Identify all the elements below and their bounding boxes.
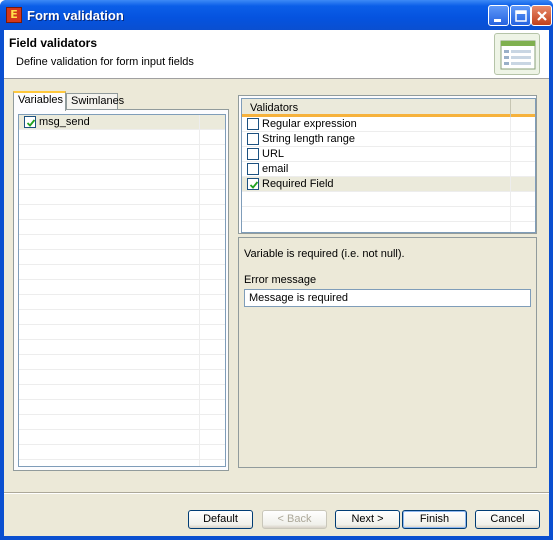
close-button[interactable] <box>531 5 552 26</box>
table-row <box>19 160 225 175</box>
validator-checkbox[interactable] <box>247 118 259 130</box>
table-row <box>19 220 225 235</box>
back-button[interactable]: < Back <box>262 510 327 529</box>
table-row <box>19 415 225 430</box>
table-row[interactable]: msg_send <box>19 115 225 130</box>
table-row <box>19 280 225 295</box>
validator-description: Variable is required (i.e. not null). <box>244 248 405 260</box>
validator-checkbox[interactable] <box>247 148 259 160</box>
dialog-window: E Form validation Field validators Defin… <box>0 0 553 540</box>
validator-row-url[interactable]: URL <box>242 147 535 162</box>
next-button[interactable]: Next > <box>335 510 400 529</box>
column-divider <box>510 117 511 232</box>
table-row <box>242 207 535 222</box>
validator-checkbox[interactable] <box>247 178 259 190</box>
validator-row-regex[interactable]: Regular expression <box>242 117 535 132</box>
tab-variables[interactable]: Variables <box>13 91 66 111</box>
table-row <box>19 340 225 355</box>
dialog-client-area: Field validators Define validation for f… <box>4 30 549 536</box>
title-bar[interactable]: E Form validation <box>0 0 553 30</box>
validator-detail-panel: Variable is required (i.e. not null). Er… <box>238 237 537 468</box>
validators-column-header[interactable]: Validators <box>242 99 535 117</box>
validator-label: URL <box>262 148 285 160</box>
wizard-header: Field validators Define validation for f… <box>4 30 549 79</box>
variables-panel: msg_send <box>13 109 229 471</box>
validator-label: Required Field <box>262 178 334 190</box>
validator-row-email[interactable]: email <box>242 162 535 177</box>
minimize-icon <box>494 19 501 22</box>
maximize-icon <box>515 10 527 22</box>
window-title: Form validation <box>27 8 124 23</box>
validator-row-length[interactable]: String length range <box>242 132 535 147</box>
table-row <box>19 145 225 160</box>
validator-label: String length range <box>262 133 355 145</box>
column-divider <box>510 99 511 117</box>
variable-name: msg_send <box>39 116 90 128</box>
table-row <box>19 295 225 310</box>
validators-header-label: Validators <box>250 102 299 114</box>
table-row <box>19 310 225 325</box>
checkmark-icon <box>249 181 259 189</box>
table-row <box>19 190 225 205</box>
variables-table[interactable]: msg_send <box>18 114 226 467</box>
cancel-button[interactable]: Cancel <box>475 510 540 529</box>
app-logo-icon: E <box>6 7 22 23</box>
minimize-button[interactable] <box>488 5 509 26</box>
table-row <box>19 430 225 445</box>
table-row <box>19 265 225 280</box>
table-row <box>19 355 225 370</box>
error-message-label: Error message <box>244 274 317 286</box>
table-row <box>19 130 225 145</box>
page-title: Field validators <box>9 36 98 50</box>
maximize-button[interactable] <box>510 5 531 26</box>
table-row <box>19 175 225 190</box>
button-bar-separator <box>4 492 549 494</box>
page-description: Define validation for form input fields <box>16 56 194 68</box>
default-button[interactable]: Default <box>188 510 253 529</box>
table-row <box>19 370 225 385</box>
table-row <box>242 192 535 207</box>
tab-swimlanes[interactable]: Swimlanes <box>66 93 124 110</box>
validator-checkbox[interactable] <box>247 133 259 145</box>
table-row <box>19 235 225 250</box>
validator-row-required[interactable]: Required Field <box>242 177 535 192</box>
close-icon <box>537 11 547 21</box>
table-row <box>19 400 225 415</box>
validator-label: email <box>262 163 289 175</box>
error-message-input[interactable] <box>244 289 531 307</box>
table-row <box>19 385 225 400</box>
table-row <box>19 325 225 340</box>
validators-table[interactable]: Validators Regular expression String len… <box>241 98 536 233</box>
validator-checkbox[interactable] <box>247 163 259 175</box>
variable-checkbox[interactable] <box>24 116 36 128</box>
checkmark-icon <box>26 119 36 127</box>
validators-panel: Validators Regular expression String len… <box>238 95 537 234</box>
finish-button[interactable]: Finish <box>402 510 467 529</box>
column-divider <box>199 115 200 466</box>
table-row <box>19 205 225 220</box>
table-row <box>19 250 225 265</box>
validator-label: Regular expression <box>262 118 357 130</box>
form-banner-icon <box>494 33 540 75</box>
table-row <box>19 445 225 460</box>
